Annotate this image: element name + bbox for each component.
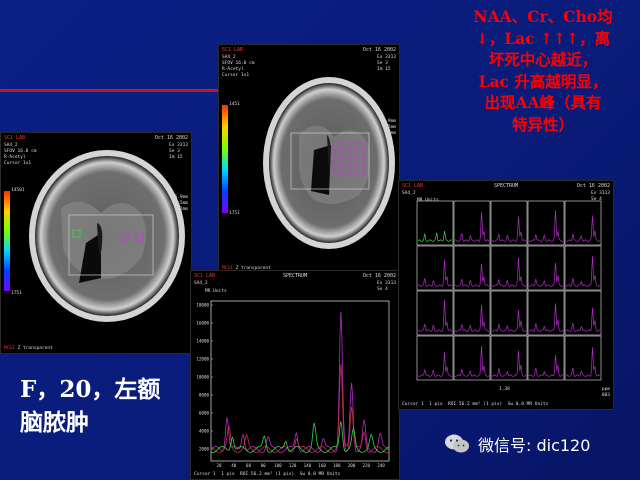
grid-cell [490, 335, 528, 381]
grid-trace [454, 212, 490, 242]
patient-line-2: 脑脓肿 [20, 409, 89, 436]
y-tick-label: 16000 [196, 321, 209, 326]
findings-caption: NAA、Cr、Cho均 ↓，Lac ↑↑↑，离 坏死中心越近， Lac 升高越明… [450, 6, 636, 135]
grid-trace [417, 299, 453, 332]
grid-cell [527, 245, 565, 291]
footer-right: ppm 003 [601, 387, 610, 398]
wechat-watermark: 微信号: dic120 [444, 432, 590, 456]
footer-text: Z transparent [17, 346, 53, 351]
y-tick-label: 10000 [196, 375, 209, 380]
x-tick-label: 240 [377, 463, 385, 468]
grid-trace [454, 304, 490, 332]
grid-cell [527, 290, 565, 336]
spectrum-footer: Cursor 1 1 pix ROI 56.2 mm² (1 pix) Sw 0… [194, 472, 341, 477]
grid-trace [491, 257, 527, 287]
caption-line: NAA、Cr、Cho均 [473, 7, 613, 26]
grid-trace [417, 231, 453, 242]
y-tick-label: 6000 [199, 411, 210, 416]
grid-trace [528, 303, 564, 332]
grid-trace [528, 262, 564, 287]
grid-trace [565, 347, 601, 377]
grid-trace [565, 256, 601, 287]
red-accent-line [0, 89, 232, 92]
grid-cell [490, 290, 528, 336]
y-tick-label: 8000 [199, 393, 210, 398]
grid-cell [527, 200, 565, 246]
watermark-text: 微信号: dic120 [478, 436, 591, 455]
caption-line: 出现AA峰（具有 [484, 93, 602, 112]
caption-line: 特异性） [511, 114, 574, 134]
y-tick-label: 18000 [196, 303, 209, 308]
caption-line: 坏死中心越近， [488, 50, 598, 69]
grid-trace [528, 210, 564, 242]
x-tick-label: 220 [362, 463, 370, 468]
spectrum-grid-panel[interactable]: SC1 LAB SPECTRUM Oct 16 2002 SA4_2 Ex 3313… [398, 180, 614, 410]
x-tick-label: 140 [304, 463, 312, 468]
patient-info: F，20，左额 脑脓肿 [20, 373, 160, 439]
x-tick-label: 160 [318, 463, 326, 468]
y-tick-label: 4000 [199, 429, 210, 434]
spectrum-trace [210, 311, 390, 453]
x-tick-label: 180 [333, 463, 341, 468]
spectrum-trace [210, 364, 390, 453]
mri-center-panel[interactable]: SC1 LAB Oct 16 2002 SA4_2 SFOV 16.0 cm R-… [218, 44, 400, 274]
grid-trace [491, 216, 527, 242]
x-tick-label: 60 [246, 463, 252, 468]
grid-cell [490, 245, 528, 291]
x-tick-label: 100 [274, 463, 282, 468]
x-tick-label: 40 [231, 463, 237, 468]
grid-trace [454, 263, 490, 287]
grid-cell [453, 335, 491, 381]
grid-trace [417, 259, 453, 287]
caption-line: ↓，Lac ↑↑↑，离 [475, 28, 611, 48]
x-tick-label: 120 [289, 463, 297, 468]
x-tick-label: 80 [261, 463, 267, 468]
grid-trace [565, 215, 601, 242]
spectrum-grid-plot [416, 200, 602, 381]
y-tick-label: 12000 [196, 357, 209, 362]
spectrum-single-panel[interactable]: SC1 LAB SPECTRUM Oct 16 2002 SA4_2 Ex 3313… [190, 270, 400, 480]
grid-trace [454, 345, 490, 377]
grid-cell [416, 200, 454, 246]
grid-cell [453, 290, 491, 336]
grid-trace [417, 352, 453, 377]
brain-mri-image [29, 150, 185, 322]
patient-line-1: F，20，左额 [20, 376, 161, 403]
grid-cell [416, 335, 454, 381]
wechat-icon [445, 434, 469, 453]
ppm-label: 1.38 [499, 387, 510, 392]
y-tick-label: 14000 [196, 339, 209, 344]
grid-trace [491, 310, 527, 332]
caption-line: Lac 升高越明显， [478, 71, 608, 91]
spectrum-plot: 18000 16000 14000 12000 10000 8000 6000 4000 200… [196, 300, 390, 468]
x-tick-label: 200 [348, 463, 356, 468]
brain-mri-image [263, 77, 395, 249]
mri-left-panel[interactable]: SC1 LAB Oct 16 2002 SA4_2 SFOV 16.0 cm R-… [0, 132, 192, 354]
spectrum-footer: Cursor 1 1 pix ROI 56.2 mm² (1 pix) Sw 0… [402, 402, 549, 407]
y-tick-label: 2000 [199, 447, 210, 452]
footer-lead: MCSI [4, 346, 15, 351]
grid-trace [491, 350, 527, 377]
grid-cell [564, 200, 602, 246]
grid-trace [565, 307, 601, 332]
x-tick-label: 20 [216, 463, 222, 468]
grid-trace [528, 354, 564, 377]
grid-cell [564, 245, 602, 291]
